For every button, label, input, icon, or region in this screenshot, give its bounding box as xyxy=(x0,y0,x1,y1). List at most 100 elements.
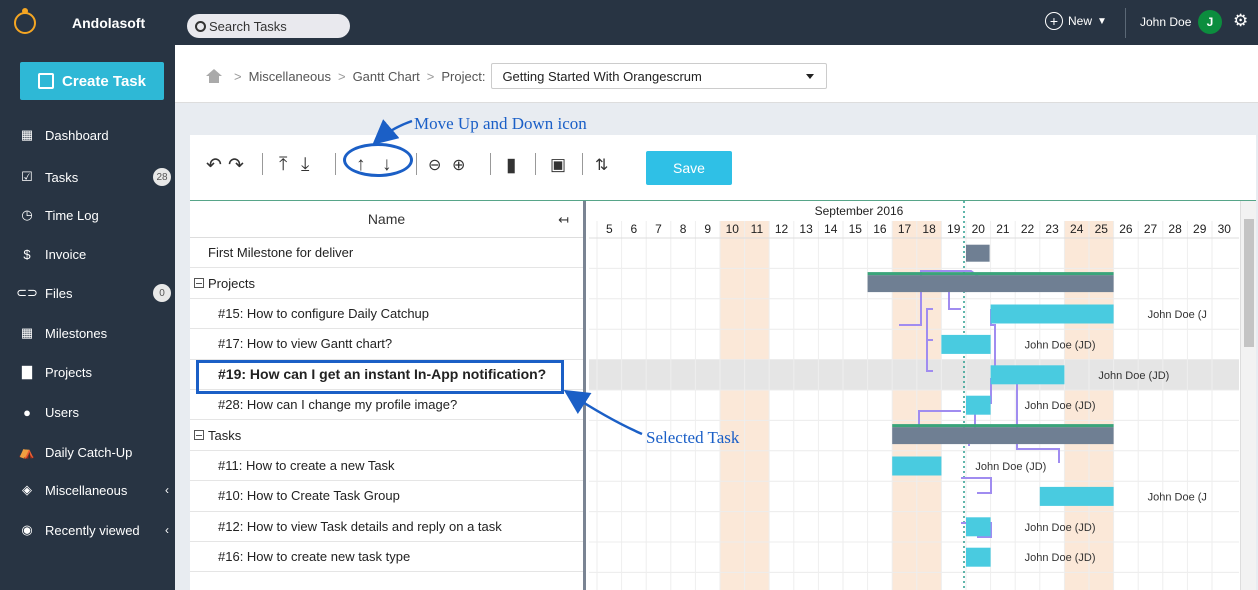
brand[interactable]: Andolasoft xyxy=(0,0,175,45)
annotation-move-icon-label: Move Up and Down icon xyxy=(414,114,587,133)
group-progress-line xyxy=(892,424,1114,428)
assignee-label: John Doe (JD) xyxy=(1025,339,1096,351)
sidebar-item-projects[interactable]: ▇ Projects xyxy=(0,352,175,392)
name-header-label: Name xyxy=(367,211,406,227)
search-icon xyxy=(195,20,206,32)
user-name[interactable]: John Doe xyxy=(1140,15,1191,29)
task-row[interactable]: #12: How to view Task details and reply … xyxy=(190,512,583,542)
project-select[interactable]: Getting Started With Orangescrum xyxy=(491,63,828,89)
task-name: #11: How to create a new Task xyxy=(218,457,395,473)
chevron-left-icon[interactable]: ‹ xyxy=(165,523,169,537)
day-tick-label: 27 xyxy=(1144,222,1158,236)
create-task-icon xyxy=(38,73,55,89)
new-button[interactable]: + New ▼ xyxy=(1045,12,1107,30)
task-row[interactable]: #10: How to Create Task Group xyxy=(190,481,583,512)
toolbar-separator xyxy=(262,153,263,175)
day-tick-label: 11 xyxy=(751,222,764,236)
avatar[interactable]: J xyxy=(1198,10,1222,34)
collapse-toggle-icon[interactable] xyxy=(194,430,204,441)
search-input[interactable]: Search Tasks xyxy=(187,14,350,38)
day-tick-label: 8 xyxy=(680,222,687,236)
plus-circle-icon: + xyxy=(1045,12,1063,30)
day-tick-label: 23 xyxy=(1045,222,1059,236)
undo-icon[interactable]: ↶ xyxy=(206,152,222,178)
indent-icon[interactable]: ⤒ xyxy=(279,152,287,178)
sidebar-item-tasks[interactable]: ☑ Tasks 28 xyxy=(0,157,175,197)
delete-icon[interactable]: ▮ xyxy=(506,152,516,178)
day-tick-label: 9 xyxy=(704,222,711,236)
day-tick-label: 10 xyxy=(726,222,740,236)
zoom-out-icon[interactable]: ⊖ xyxy=(428,152,441,178)
sidebar-item-label: Dashboard xyxy=(45,127,109,143)
create-task-button[interactable]: Create Task xyxy=(20,62,164,100)
sort-icon[interactable]: ⇅ xyxy=(595,152,608,178)
day-tick-label: 21 xyxy=(996,222,1010,236)
task-row[interactable]: First Milestone for deliver xyxy=(190,238,583,269)
create-task-label: Create Task xyxy=(62,72,146,90)
save-button[interactable]: Save xyxy=(646,151,732,185)
task-row[interactable]: #11: How to create a new Task xyxy=(190,451,583,482)
breadcrumb-item-miscellaneous[interactable]: Miscellaneous xyxy=(249,69,331,84)
redo-icon[interactable]: ↷ xyxy=(228,152,244,178)
breadcrumb-item-gantt-chart[interactable]: Gantt Chart xyxy=(353,69,420,84)
day-tick-label: 29 xyxy=(1193,222,1207,236)
home-icon[interactable] xyxy=(205,69,223,83)
sidebar-item-recently-viewed[interactable]: ◉ Recently viewed ‹ xyxy=(0,510,175,550)
day-tick-label: 26 xyxy=(1119,222,1133,236)
task-bar xyxy=(941,334,991,354)
user-icon: ● xyxy=(23,404,31,420)
sidebar-item-users[interactable]: ● Users xyxy=(0,392,175,432)
breadcrumb-separator: > xyxy=(426,68,435,84)
day-tick-label: 16 xyxy=(873,222,887,236)
briefcase-icon: ▇ xyxy=(22,364,32,379)
sidebar-item-time-log[interactable]: ◷ Time Log xyxy=(0,195,175,235)
task-name: #15: How to configure Daily Catchup xyxy=(218,305,430,321)
toolbar-separator xyxy=(582,153,583,175)
task-row[interactable]: #28: How can I change my profile image? xyxy=(190,390,583,421)
scrollbar-thumb[interactable] xyxy=(1244,219,1254,347)
gantt-grid: Name ↤ First Milestone for deliver Projec… xyxy=(190,201,1256,590)
task-bar xyxy=(990,365,1065,385)
milestones-icon: ▦ xyxy=(20,325,34,340)
zoom-in-icon[interactable]: ⊕ xyxy=(452,152,465,178)
task-row[interactable]: #16: How to create new task type xyxy=(190,542,583,573)
day-tick-label: 20 xyxy=(972,222,986,236)
task-bar xyxy=(990,304,1114,324)
outdent-icon[interactable]: ⤓ xyxy=(301,152,309,178)
day-tick-label: 19 xyxy=(947,222,961,236)
gear-icon[interactable]: ⚙ xyxy=(1233,11,1248,31)
sidebar-item-label: Invoice xyxy=(45,246,87,262)
print-icon[interactable]: ▣ xyxy=(550,152,566,178)
annotation-selected-box xyxy=(196,360,564,394)
sidebar: Andolasoft Create Task ▦ Dashboard ☑ Tasks 2… xyxy=(0,0,175,590)
day-tick-label: 17 xyxy=(898,222,912,236)
day-tick-label: 6 xyxy=(631,222,638,236)
sidebar-item-files[interactable]: ⊂⊃ Files 0 xyxy=(0,273,175,313)
breadcrumb-separator: > xyxy=(234,68,242,84)
task-row[interactable]: #17: How to view Gantt chart? xyxy=(190,329,583,360)
day-tick-label: 24 xyxy=(1070,222,1084,236)
day-tick-label: 15 xyxy=(849,222,863,236)
breadcrumb-separator: > xyxy=(337,68,346,84)
group-row[interactable]: Projects xyxy=(190,268,583,299)
sidebar-item-invoice[interactable]: $ Invoice xyxy=(0,234,175,274)
sidebar-item-milestones[interactable]: ▦ Milestones xyxy=(0,313,175,353)
task-name: #17: How to view Gantt chart? xyxy=(218,336,393,352)
project-label: Project: xyxy=(441,68,486,84)
invoice-icon: $ xyxy=(23,246,31,262)
sidebar-item-miscellaneous[interactable]: ◈ Miscellaneous ‹ xyxy=(0,470,175,510)
collapse-toggle-icon[interactable] xyxy=(194,278,204,289)
assignee-label: John Doe (JD) xyxy=(1025,552,1096,564)
group-row[interactable]: Tasks xyxy=(190,420,583,451)
assignee-label: John Doe (J xyxy=(1148,309,1207,321)
task-row[interactable]: #15: How to configure Daily Catchup xyxy=(190,299,583,330)
collapse-panel-icon[interactable]: ↤ xyxy=(558,212,569,228)
task-bar xyxy=(966,395,991,415)
chevron-left-icon[interactable]: ‹ xyxy=(165,483,169,497)
day-tick-label: 5 xyxy=(606,222,613,236)
vertical-scrollbar[interactable] xyxy=(1240,201,1256,590)
name-column-header: Name ↤ xyxy=(190,201,583,238)
sidebar-item-daily-catch-up[interactable]: ⛺ Daily Catch-Up xyxy=(0,432,175,472)
sidebar-item-dashboard[interactable]: ▦ Dashboard xyxy=(0,115,175,155)
task-bar xyxy=(1039,486,1114,506)
